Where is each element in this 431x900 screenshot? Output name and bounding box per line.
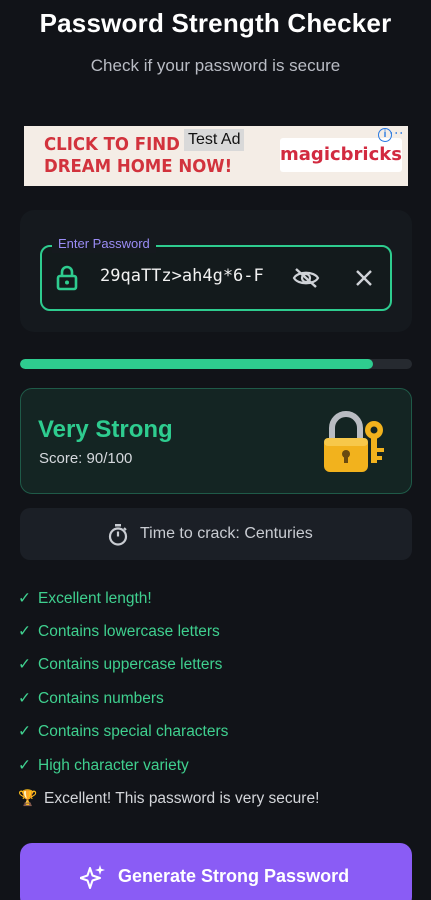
page-subtitle: Check if your password is secure bbox=[90, 56, 341, 75]
summary-message: 🏆 Excellent! This password is very secure… bbox=[18, 789, 319, 808]
check-item-label: Contains special characters bbox=[38, 723, 229, 740]
check-item: ✓ Excellent length! bbox=[18, 589, 152, 608]
check-item-label: High character variety bbox=[38, 757, 189, 774]
strength-level: Very Strong bbox=[38, 416, 173, 443]
ad-test-label: Test Ad bbox=[184, 129, 245, 151]
trophy-icon: 🏆 bbox=[18, 790, 38, 807]
password-input-label: Enter Password bbox=[52, 235, 156, 253]
check-icon: ✓ bbox=[18, 623, 31, 640]
check-item-label: Contains uppercase letters bbox=[38, 656, 223, 673]
ad-banner[interactable]: CLICK TO FIND YOUR DREAM HOME NOW! Test … bbox=[24, 126, 408, 186]
check-item: ✓ Contains lowercase letters bbox=[18, 622, 220, 641]
check-icon: ✓ bbox=[18, 723, 31, 740]
eye-off-icon[interactable] bbox=[292, 266, 320, 290]
password-value[interactable]: 29qaTTz>ah4g*6-F bbox=[100, 266, 280, 286]
ad-brand-logo: magicbricks bbox=[280, 138, 402, 172]
check-item-label: Contains numbers bbox=[38, 690, 164, 707]
check-item: ✓ Contains uppercase letters bbox=[18, 655, 222, 674]
close-icon[interactable] bbox=[354, 268, 374, 288]
ad-headline-line2: DREAM HOME NOW! bbox=[44, 156, 233, 177]
strength-progress-fill bbox=[20, 359, 373, 369]
summary-text: Excellent! This password is very secure! bbox=[44, 790, 320, 807]
check-item: ✓ Contains numbers bbox=[18, 689, 164, 708]
check-icon: ✓ bbox=[18, 757, 31, 774]
crack-time-text: Time to crack: Centuries bbox=[140, 525, 313, 542]
ad-menu-icon[interactable]: ⋮ bbox=[389, 126, 405, 138]
strength-score: Score: 90/100 bbox=[39, 450, 133, 467]
lock-icon bbox=[56, 265, 78, 291]
check-item: ✓ Contains special characters bbox=[18, 722, 228, 741]
padlock-key-icon bbox=[324, 411, 384, 472]
page-title: Password Strength Checker bbox=[39, 8, 392, 38]
check-item-label: Excellent length! bbox=[38, 590, 152, 607]
check-item: ✓ High character variety bbox=[18, 756, 189, 775]
check-icon: ✓ bbox=[18, 656, 31, 673]
stopwatch-icon bbox=[108, 524, 128, 546]
sparkle-icon bbox=[80, 865, 105, 889]
check-icon: ✓ bbox=[18, 690, 31, 707]
check-icon: ✓ bbox=[18, 590, 31, 607]
generate-password-label: Generate Strong Password bbox=[118, 866, 350, 886]
check-item-label: Contains lowercase letters bbox=[38, 623, 220, 640]
strength-progress-bar bbox=[20, 359, 412, 369]
